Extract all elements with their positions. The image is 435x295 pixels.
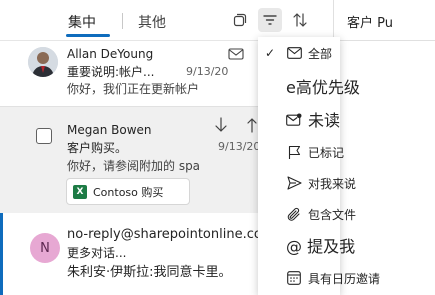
message-preview: 你好，我们正在更新帐户 — [67, 82, 200, 96]
attachment-name: Contoso 购买 — [93, 185, 164, 199]
avatar — [28, 47, 58, 77]
checkmark-icon: ✓ — [265, 46, 276, 60]
filter-menu-item-all[interactable]: ✓ 全部 — [258, 38, 340, 68]
menu-item-label: 已标记 — [308, 145, 345, 160]
message-preview: 你好，请参阅附加的 spa — [67, 159, 201, 173]
flag-icon — [286, 144, 302, 160]
menu-item-label: 全部 — [308, 46, 333, 61]
paperclip-icon — [286, 206, 302, 222]
menu-item-label: @ 提及我 — [286, 237, 356, 256]
tab-focused[interactable]: 集中 — [68, 12, 96, 32]
message-date: 9/13/20 — [218, 140, 261, 153]
avatar: N — [30, 233, 60, 263]
reading-pane-title: 客户 Pu — [347, 16, 393, 31]
message-subject: 重要说明:帐户... — [67, 65, 155, 79]
menu-item-label: 具有日历邀请 — [308, 271, 381, 286]
sender-name: no-reply@sharepointonline.com — [67, 227, 275, 242]
excel-icon: X — [73, 184, 87, 199]
filter-menu-item-mentions-me[interactable]: @ 提及我 — [258, 230, 355, 260]
message-date: 9/13/20 — [186, 65, 229, 78]
send-icon — [286, 175, 302, 191]
sort-icon[interactable] — [288, 8, 312, 32]
tab-selected-indicator — [66, 34, 110, 37]
filter-menu-item-flagged[interactable]: 已标记 — [258, 137, 344, 167]
menu-item-label: e高优先级 — [286, 78, 360, 97]
move-down-icon[interactable] — [214, 117, 228, 137]
menu-item-label: 未读 — [308, 111, 341, 130]
message-subject: 客户购买。 — [67, 141, 128, 155]
select-mode-icon[interactable] — [228, 8, 252, 32]
sender-name: Allan DeYoung — [67, 47, 154, 61]
select-checkbox[interactable] — [36, 128, 52, 144]
mail-unread-icon — [286, 111, 302, 127]
calendar-icon — [286, 270, 302, 286]
mail-icon — [286, 45, 302, 61]
filter-menu: ✓ 全部 e高优先级 未读 已标记 对我来说 包含文件 @ 提及我 具有日历邀请 — [258, 37, 380, 295]
reading-pane-header-divider — [334, 40, 435, 41]
filter-icon[interactable] — [258, 8, 282, 32]
unread-indicator — [0, 213, 3, 295]
attachment-chip[interactable]: X Contoso 购买 — [66, 178, 190, 205]
menu-item-label: 包含文件 — [308, 207, 357, 222]
menu-item-label: 对我来说 — [308, 176, 357, 191]
filter-menu-item-high-importance[interactable]: e高优先级 — [258, 71, 360, 101]
sender-name: Megan Bowen — [67, 123, 152, 137]
filter-menu-item-has-files[interactable]: 包含文件 — [258, 199, 356, 229]
filter-menu-item-calendar-invites[interactable]: 具有日历邀请 — [258, 263, 380, 293]
tab-divider — [122, 13, 123, 29]
filter-menu-item-to-me[interactable]: 对我来说 — [258, 168, 356, 198]
filter-menu-item-unread[interactable]: 未读 — [258, 104, 340, 134]
move-up-icon[interactable] — [247, 117, 257, 137]
mark-read-icon[interactable] — [228, 46, 244, 65]
tab-other[interactable]: 其他 — [138, 12, 166, 32]
message-preview: 朱利安·伊斯拉:我同意卡里。 — [67, 265, 232, 280]
message-subject: 更多对话... — [67, 246, 127, 260]
